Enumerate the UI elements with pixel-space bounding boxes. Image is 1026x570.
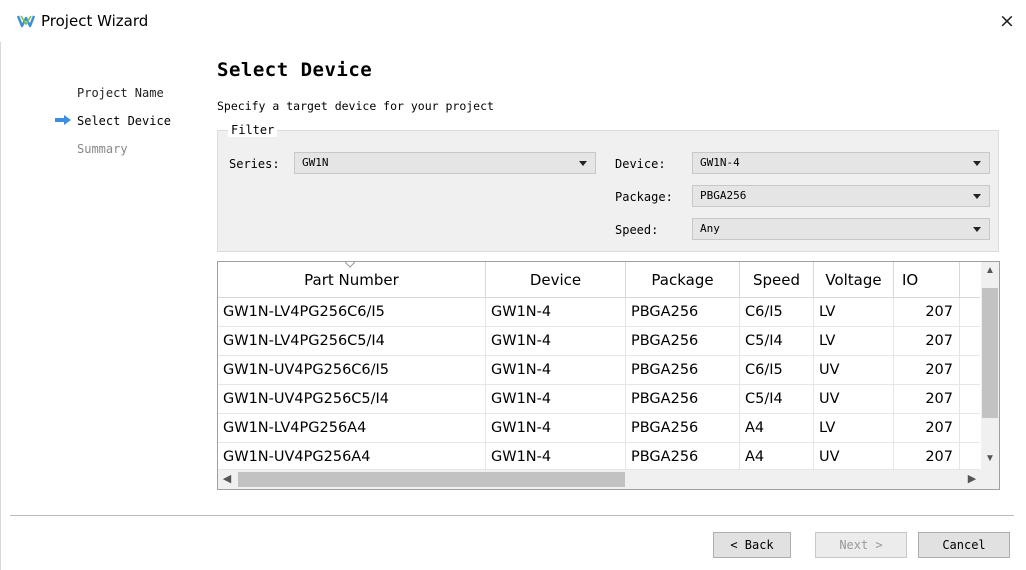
cell-speed: C5/I4: [740, 327, 814, 356]
cell-voltage: UV: [814, 385, 894, 414]
cell-io: 207: [894, 356, 960, 385]
device-select[interactable]: GW1N-4: [692, 152, 990, 174]
table-row[interactable]: GW1N-LV4PG256C6/I5 GW1N-4 PBGA256 C6/I5 …: [218, 298, 980, 327]
cell-device: GW1N-4: [486, 298, 626, 327]
cell-speed: C6/I5: [740, 356, 814, 385]
series-label: Series:: [229, 157, 280, 171]
table-row[interactable]: GW1N-UV4PG256C6/I5 GW1N-4 PBGA256 C6/I5 …: [218, 356, 980, 385]
table-header: Part Number Device Package Speed Voltage…: [218, 262, 980, 298]
page-title: Select Device: [217, 59, 373, 81]
cell-part-number: GW1N-LV4PG256C5/I4: [218, 327, 486, 356]
cell-part-number: GW1N-LV4PG256A4: [218, 414, 486, 443]
scroll-right-icon[interactable]: ▶: [963, 470, 981, 489]
scroll-left-icon[interactable]: ◀: [218, 470, 236, 489]
cell-voltage: UV: [814, 356, 894, 385]
cell-device: GW1N-4: [486, 414, 626, 443]
cell-part-number: GW1N-LV4PG256C6/I5: [218, 298, 486, 327]
cell-speed: A4: [740, 414, 814, 443]
column-header-speed[interactable]: Speed: [740, 262, 814, 298]
cell-package: PBGA256: [626, 414, 740, 443]
vertical-scroll-thumb[interactable]: [982, 288, 998, 418]
step-project-name: Project Name: [77, 86, 164, 100]
chevron-down-icon: [973, 227, 981, 232]
cell-voltage: LV: [814, 327, 894, 356]
scroll-up-icon[interactable]: ▲: [981, 262, 999, 280]
device-label: Device:: [615, 157, 666, 171]
series-select[interactable]: GW1N: [294, 152, 596, 174]
cancel-button[interactable]: Cancel: [918, 532, 1010, 558]
horizontal-scroll-thumb[interactable]: [238, 472, 625, 487]
cell-device: GW1N-4: [486, 443, 626, 469]
cell-speed: C5/I4: [740, 385, 814, 414]
cell-io: 207: [894, 414, 960, 443]
cell-voltage: LV: [814, 298, 894, 327]
scroll-corner: [981, 470, 999, 489]
cell-io: 207: [894, 298, 960, 327]
package-label: Package:: [615, 190, 673, 204]
cell-package: PBGA256: [626, 298, 740, 327]
cell-speed: A4: [740, 443, 814, 469]
device-table: Part Number Device Package Speed Voltage…: [217, 261, 1000, 490]
cell-io: 207: [894, 385, 960, 414]
cell-voltage: UV: [814, 443, 894, 469]
device-value: GW1N-4: [700, 156, 740, 169]
cell-part-number: GW1N-UV4PG256C6/I5: [218, 356, 486, 385]
cell-part-number: GW1N-UV4PG256A4: [218, 443, 486, 469]
step-summary: Summary: [77, 142, 128, 156]
close-icon[interactable]: ×: [996, 10, 1018, 32]
column-header-io[interactable]: IO: [894, 262, 960, 298]
chevron-down-icon: [973, 194, 981, 199]
column-header-device[interactable]: Device: [486, 262, 626, 298]
scroll-down-icon[interactable]: ▼: [981, 450, 999, 468]
series-value: GW1N: [302, 156, 329, 169]
cell-package: PBGA256: [626, 443, 740, 469]
vertical-scrollbar[interactable]: ▲ ▼: [981, 262, 999, 470]
cell-package: PBGA256: [626, 385, 740, 414]
horizontal-scrollbar[interactable]: ◀ ▶: [218, 470, 981, 489]
column-header-package[interactable]: Package: [626, 262, 740, 298]
window-border: [0, 42, 1, 570]
cell-io: 207: [894, 327, 960, 356]
chevron-down-icon: [973, 161, 981, 166]
chevron-down-icon: [579, 161, 587, 166]
package-value: PBGA256: [700, 189, 747, 202]
cell-package: PBGA256: [626, 327, 740, 356]
title-bar: Project Wizard ×: [0, 0, 1026, 42]
filter-legend: Filter: [228, 123, 278, 137]
arrow-right-icon: [55, 115, 71, 125]
cell-package: PBGA256: [626, 356, 740, 385]
cell-device: GW1N-4: [486, 327, 626, 356]
speed-value: Any: [700, 222, 720, 235]
window-title: Project Wizard: [41, 12, 149, 30]
cell-device: GW1N-4: [486, 385, 626, 414]
column-header-part-number[interactable]: Part Number: [218, 262, 486, 298]
package-select[interactable]: PBGA256: [692, 185, 990, 207]
cell-io: 207: [894, 443, 960, 469]
page-subtitle: Specify a target device for your project: [217, 99, 494, 113]
table-row[interactable]: GW1N-LV4PG256C5/I4 GW1N-4 PBGA256 C5/I4 …: [218, 327, 980, 356]
back-button[interactable]: < Back: [713, 532, 791, 558]
speed-label: Speed:: [615, 223, 659, 237]
gowin-logo-icon: [17, 15, 35, 28]
table-row[interactable]: GW1N-LV4PG256A4 GW1N-4 PBGA256 A4 LV 207: [218, 414, 980, 443]
column-header-voltage[interactable]: Voltage: [814, 262, 894, 298]
table-row[interactable]: GW1N-UV4PG256A4 GW1N-4 PBGA256 A4 UV 207: [218, 443, 980, 470]
footer-divider: [10, 515, 1014, 516]
cell-device: GW1N-4: [486, 356, 626, 385]
table-row[interactable]: GW1N-UV4PG256C5/I4 GW1N-4 PBGA256 C5/I4 …: [218, 385, 980, 414]
step-select-device: Select Device: [77, 114, 171, 128]
next-button[interactable]: Next >: [815, 532, 907, 558]
cell-speed: C6/I5: [740, 298, 814, 327]
cell-part-number: GW1N-UV4PG256C5/I4: [218, 385, 486, 414]
cell-voltage: LV: [814, 414, 894, 443]
speed-select[interactable]: Any: [692, 218, 990, 240]
